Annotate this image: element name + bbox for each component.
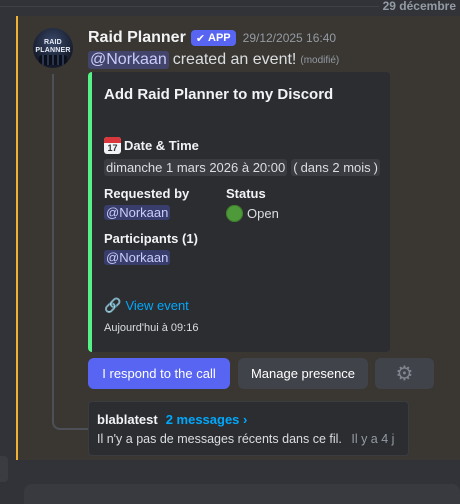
participants-label: Participants (1) [104,231,198,246]
message-content: @Norkaan created an event! (modifié) [88,48,339,72]
requested-by-value: @Norkaan [104,205,171,220]
thread-time-ago: Il y a 4 j [351,432,395,446]
status-label: Status [226,186,266,201]
requested-by-label: Requested by [104,186,190,201]
edited-marker: (modifié) [300,54,340,66]
event-embed: Add Raid Planner to my Discord 17 Date &… [88,72,390,352]
participant-mention[interactable]: @Norkaan [104,250,171,265]
thread-header: blablatest 2 messages › [97,412,247,427]
app-badge-label: APP [208,32,231,44]
avatar-logo-text: RAID PLANNER [35,39,71,54]
message-composer[interactable] [24,484,460,504]
status-text: Open [247,206,279,221]
thread-preview-text: Il n'y a pas de messages récents dans ce… [97,432,342,446]
message-header: Raid Planner ✔ APP 29/12/2025 16:40 [88,28,336,48]
avatar-figures [39,55,67,65]
view-event-link[interactable]: 🔗 View event [104,297,189,314]
embed-title: Add Raid Planner to my Discord [104,86,334,103]
date-field-name: 17 Date & Time [104,137,199,154]
link-icon: 🔗 [104,297,122,313]
settings-button[interactable]: ⚙ [375,358,434,389]
requester-mention[interactable]: @Norkaan [104,205,171,220]
thread-message-count[interactable]: 2 messages › [166,412,248,427]
scroll-nub [0,456,8,482]
participants-value: @Norkaan [104,250,171,265]
date-field-value: dimanche 1 mars 2026 à 20:00 (dans 2 moi… [104,159,381,176]
respond-button[interactable]: I respond to the call [88,358,230,389]
chat-page: 29 décembre RAID PLANNER Raid Planner ✔ … [0,0,460,504]
app-badge: ✔ APP [190,30,236,46]
user-mention[interactable]: @Norkaan [88,51,169,69]
message-timestamp[interactable]: 29/12/2025 16:40 [243,31,336,45]
event-datetime[interactable]: dimanche 1 mars 2026 à 20:00 [104,159,288,176]
date-divider: 29 décembre [0,0,460,14]
green-circle-icon [226,205,243,222]
author-name[interactable]: Raid Planner [88,29,186,47]
calendar-icon: 17 [104,137,121,154]
thread-spine [52,74,88,430]
message-text: created an event! [172,51,297,68]
verified-check-icon: ✔ [195,32,206,45]
status-value: Open [226,205,279,222]
thread-preview[interactable]: blablatest 2 messages › Il n'y a pas de … [88,401,409,456]
gear-icon: ⚙ [395,363,414,385]
thread-name[interactable]: blablatest [97,412,158,427]
thread-last-message: Il n'y a pas de messages récents dans ce… [97,432,402,446]
avatar[interactable]: RAID PLANNER [33,28,73,68]
view-event-text[interactable]: View event [125,298,188,313]
manage-presence-button[interactable]: Manage presence [238,358,368,389]
date-field-label: Date & Time [124,138,199,153]
divider-date: 29 décembre [378,0,460,13]
event-relative-time[interactable]: (dans 2 mois) [291,159,381,176]
embed-footer: Aujourd'hui à 09:16 [104,322,199,334]
